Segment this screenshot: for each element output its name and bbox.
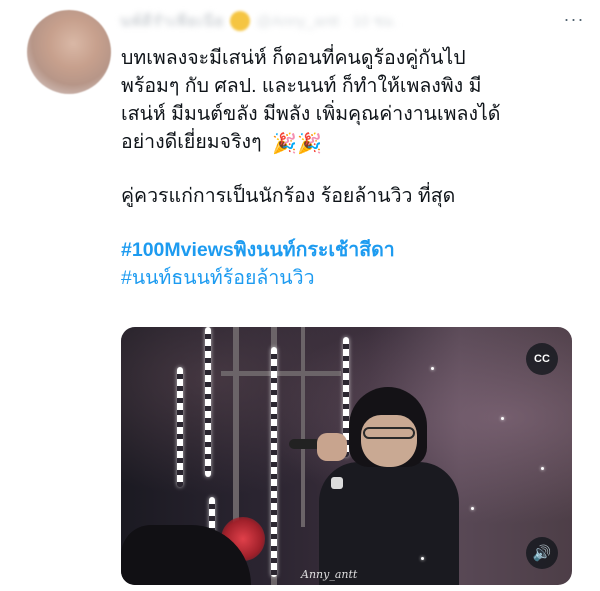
led-bar bbox=[177, 367, 183, 487]
author-name[interactable]: นพ์ดีรำเพียเนีย bbox=[120, 9, 224, 33]
party-popper-icon: 🎉 bbox=[272, 133, 298, 155]
led-bar bbox=[205, 327, 211, 477]
hashtag-link[interactable]: #นนท์ธนนท์ร้อยล้านวิว bbox=[121, 267, 315, 289]
stage-truss bbox=[221, 371, 341, 376]
sparkle bbox=[471, 507, 474, 510]
party-popper-icon: 🎉 bbox=[297, 133, 323, 155]
tweet-line-text: อย่างดีเยี่ยมจริงๆ bbox=[121, 131, 262, 153]
tweet-line: บทเพลงจะมีเสน่ห์ ก็ตอนที่คนดูร้องคู่กันไ… bbox=[121, 47, 466, 69]
singer-hand bbox=[317, 433, 347, 461]
singer-glasses bbox=[363, 427, 415, 439]
singer-face bbox=[361, 415, 417, 467]
hashtag-link[interactable]: #100Mviewsพิงนนท์กระเช้าสีดา bbox=[121, 239, 395, 261]
stage-truss bbox=[301, 327, 305, 527]
led-bar bbox=[271, 347, 277, 577]
captions-icon[interactable]: CC bbox=[526, 343, 558, 375]
tweet-line: เสน่ห์ มีมนต์ขลัง มีพลัง เพิ่มคุณค่างานเ… bbox=[121, 103, 501, 125]
sparkle bbox=[541, 467, 544, 470]
tweet[interactable]: นพ์ดีรำเพียเนีย @Anny_antt · 10 ชม. ··· … bbox=[0, 0, 600, 591]
author-handle[interactable]: @Anny_antt · 10 ชม. bbox=[256, 9, 397, 33]
tweet-header: นพ์ดีรำเพียเนีย @Anny_antt · 10 ชม. bbox=[120, 8, 580, 34]
tweet-line: อย่างดีเยี่ยมจริงๆ 🎉🎉 bbox=[121, 128, 571, 156]
avatar[interactable] bbox=[27, 10, 111, 94]
tweet-line: คู่ควรแก่การเป็นนักร้อง ร้อยล้านวิว ที่ส… bbox=[121, 185, 456, 207]
wristwatch bbox=[331, 477, 343, 489]
sparkle bbox=[501, 417, 504, 420]
volume-icon[interactable]: 🔊 bbox=[526, 537, 558, 569]
video-player[interactable]: CC 🔊 Anny_antt bbox=[121, 327, 572, 585]
sparkle bbox=[421, 557, 424, 560]
more-options-icon[interactable]: ··· bbox=[562, 9, 586, 29]
tweet-text: บทเพลงจะมีเสน่ห์ ก็ตอนที่คนดูร้องคู่กันไ… bbox=[121, 44, 571, 292]
emoji-badge-icon bbox=[230, 11, 251, 31]
video-watermark: Anny_antt bbox=[301, 568, 358, 581]
sparkle bbox=[431, 367, 434, 370]
tweet-line: พร้อมๆ กับ ศลป. และนนท์ ก็ทำให้เพลงพิง ม… bbox=[121, 75, 482, 97]
